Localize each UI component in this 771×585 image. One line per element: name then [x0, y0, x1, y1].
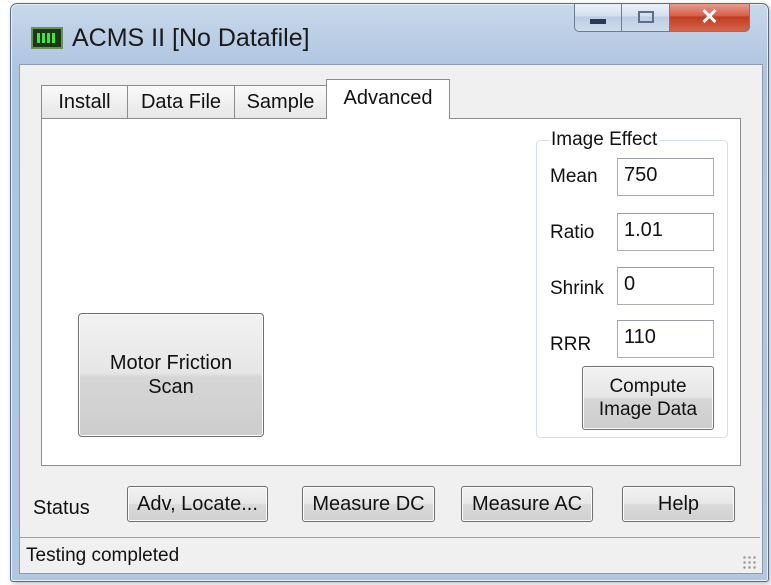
measure-dc-button[interactable]: Measure DC	[302, 486, 435, 522]
compute-image-data-button[interactable]: Compute Image Data	[582, 366, 714, 430]
window-title: ACMS II [No Datafile]	[72, 24, 310, 52]
ratio-label: Ratio	[550, 222, 595, 243]
resize-grip-icon[interactable]	[742, 555, 756, 569]
status-bar: Testing completed	[20, 537, 760, 572]
title-bar[interactable]: ACMS II [No Datafile] ✕	[11, 4, 768, 62]
image-effect-group: Image Effect Mean 750 Ratio 1.01 Shrink …	[536, 129, 728, 438]
status-label: Status	[33, 497, 90, 519]
tab-install[interactable]: Install	[41, 85, 128, 118]
motor-friction-scan-button[interactable]: Motor Friction Scan	[78, 313, 264, 437]
help-button[interactable]: Help	[622, 486, 735, 522]
adv-locate-button[interactable]: Adv, Locate...	[127, 486, 268, 522]
minimize-icon	[590, 19, 606, 24]
status-text: Testing completed	[26, 545, 180, 566]
main-window: ACMS II [No Datafile] ✕ Install Data Fil…	[10, 3, 769, 582]
advanced-tab-panel: Motor Friction Scan Image Effect Mean 75…	[41, 118, 741, 466]
shrink-label: Shrink	[550, 278, 604, 299]
rrr-input[interactable]: 110	[617, 320, 714, 358]
tab-advanced[interactable]: Advanced	[326, 79, 450, 119]
caption-buttons: ✕	[574, 4, 750, 34]
tab-data-file[interactable]: Data File	[127, 85, 235, 118]
shrink-input[interactable]: 0	[617, 267, 714, 305]
measure-ac-button[interactable]: Measure AC	[461, 486, 593, 522]
ratio-input[interactable]: 1.01	[617, 213, 714, 251]
close-icon: ✕	[700, 4, 719, 29]
maximize-button[interactable]	[622, 4, 670, 32]
mean-input[interactable]: 750	[617, 158, 714, 196]
image-effect-legend: Image Effect	[549, 129, 660, 151]
close-button[interactable]: ✕	[670, 4, 750, 32]
maximize-icon	[637, 11, 654, 23]
client-area: Install Data File Sample Advanced Motor …	[19, 64, 763, 574]
mean-label: Mean	[550, 166, 598, 187]
tab-sample[interactable]: Sample	[234, 85, 327, 118]
acms-app-icon[interactable]	[31, 27, 63, 49]
minimize-button[interactable]	[574, 4, 622, 32]
rrr-label: RRR	[550, 334, 592, 355]
